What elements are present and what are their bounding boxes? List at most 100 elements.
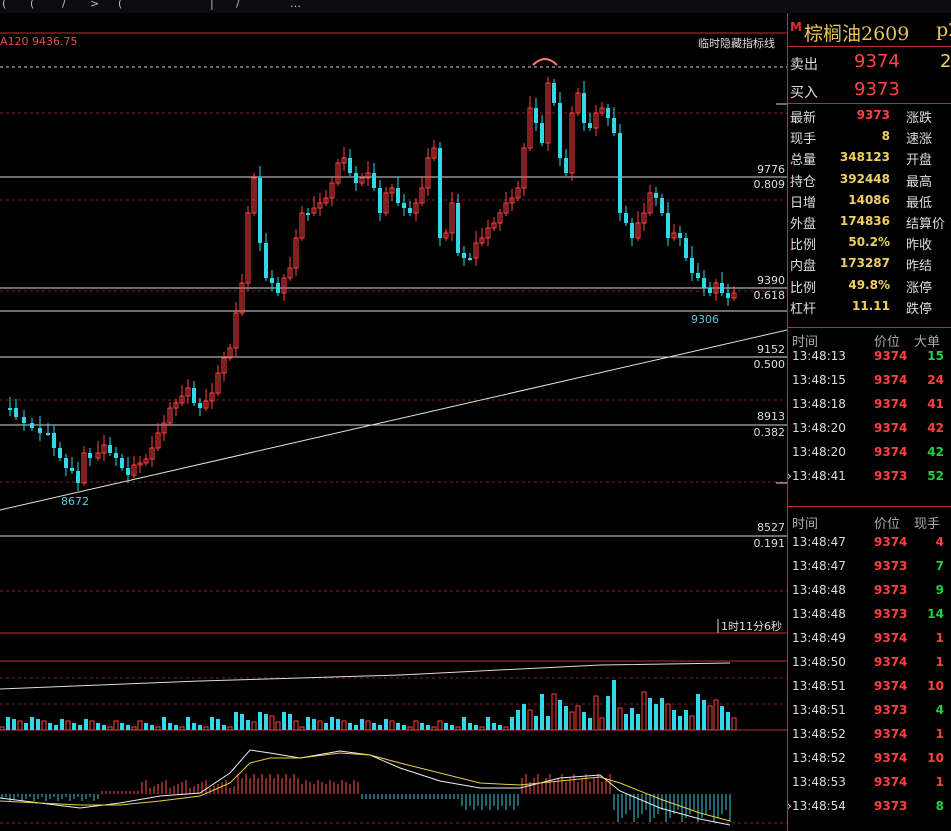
candle-body [88,453,92,458]
toolbar-icon[interactable]: > [90,0,99,10]
candle-body [654,193,658,198]
volume-bar [168,723,172,730]
toolbar-icon[interactable]: … [290,0,301,10]
candle-body [438,148,442,238]
candle-body [306,213,310,215]
volume-bar [707,705,713,731]
toolbar-icon[interactable]: ( [118,0,122,10]
volume-bar [726,712,730,730]
trade-qty: 10 [927,751,944,765]
low-price-mark: 8672 [61,495,89,508]
volume-bar [137,720,143,731]
volume-bar [312,719,316,730]
volume-bar [269,715,275,731]
volume-bar [258,712,262,730]
volume-bar [599,717,605,731]
trade-price: 9374 [874,631,908,645]
volume-bar [72,723,76,730]
candle-body [720,283,724,293]
volume-bar [516,710,520,730]
bar-countdown: 1时11分6秒 [721,620,782,633]
volume-bar [522,704,526,730]
volume-bar [341,720,347,731]
trade-time: 13:48:15 [792,373,846,387]
volume-bar [396,723,400,730]
candle-body [726,293,730,298]
candle-body [558,103,562,158]
volume-bar [12,719,16,730]
candle-body [612,118,616,133]
divider [788,103,951,104]
candle-body [270,278,274,283]
volume-bar [96,723,100,730]
stat-value: 8 [881,129,890,144]
volume-bar [546,716,550,730]
stat-label: 持仓 [790,174,817,190]
volume-bar [486,717,490,730]
candle-body [684,238,688,258]
stat-value: 49.8% [848,277,890,292]
volume-bar [498,725,502,730]
trade-price: 9373 [874,799,908,813]
volume-bar [606,696,610,730]
candle-body [8,408,12,410]
trade-qty: 15 [927,349,944,363]
trade-price: 9374 [874,421,908,435]
candle-body [660,198,664,213]
trade-qty: 4 [935,703,944,717]
chart-canvas[interactable] [0,13,787,831]
volume-bar [612,680,616,730]
tick-row: 13:48:51 9374 10 [788,675,951,699]
stat-label: 内盘 [790,259,817,275]
stat-label: 日增 [790,195,817,211]
candle-body [540,123,544,143]
hide-indicator-button[interactable]: 临时隐藏指标线 [698,35,775,51]
trade-qty: 1 [935,727,944,741]
trade-time: 13:48:20 [792,445,846,459]
stat-right-label: 最低 [906,195,933,211]
volume-bar [251,721,257,731]
volume-bar [365,720,371,731]
macd-dea-line [0,752,731,822]
stat-row: 现手 8 速涨 [788,126,951,147]
candle-body [258,178,262,243]
volume-bar [402,725,406,730]
volume-bar [431,726,437,731]
volume-bar [702,700,706,730]
fib-price-label: 9152 [757,343,785,356]
toolbar-icon[interactable]: ( [2,0,6,10]
toolbar-icon[interactable]: ( [30,0,34,10]
trade-price: 9373 [874,469,908,483]
volume-bar [288,714,292,730]
stat-right-label: 开盘 [906,153,933,169]
volume-bar [479,726,485,731]
stat-value: 14086 [848,192,890,207]
stat-label: 杠杆 [790,301,817,317]
trade-price: 9373 [874,703,908,717]
toolbar-icon[interactable]: / [236,0,240,10]
trade-time: 13:48:13 [792,349,846,363]
volume-bar [407,726,413,731]
toolbar-icon[interactable]: / [62,0,66,10]
candle-body [468,258,472,260]
volume-bar [575,705,581,731]
header-qty: 现手 [914,517,941,532]
trade-qty: 42 [927,445,944,459]
stat-label: 现手 [790,132,817,148]
volume-bar [192,723,196,730]
ask-row[interactable]: 卖出 9374 2 [788,49,951,75]
candle-body [70,468,74,471]
candle-body [624,213,628,223]
volume-bar [492,723,496,730]
kline-chart[interactable]: A120 9436.75 临时隐藏指标线 1时11分6秒 9776 0.809 … [0,13,787,831]
volume-bar [617,707,623,731]
stat-label: 总量 [790,153,817,169]
trade-price: 9374 [874,655,908,669]
bid-row[interactable]: 买入 9373 [788,77,951,103]
volume-bar [150,725,154,730]
volume-bar [120,723,124,730]
candle-body [30,423,34,428]
volume-bar [264,714,268,730]
toolbar-icon[interactable]: | [210,0,214,10]
trade-qty: 14 [927,607,944,621]
